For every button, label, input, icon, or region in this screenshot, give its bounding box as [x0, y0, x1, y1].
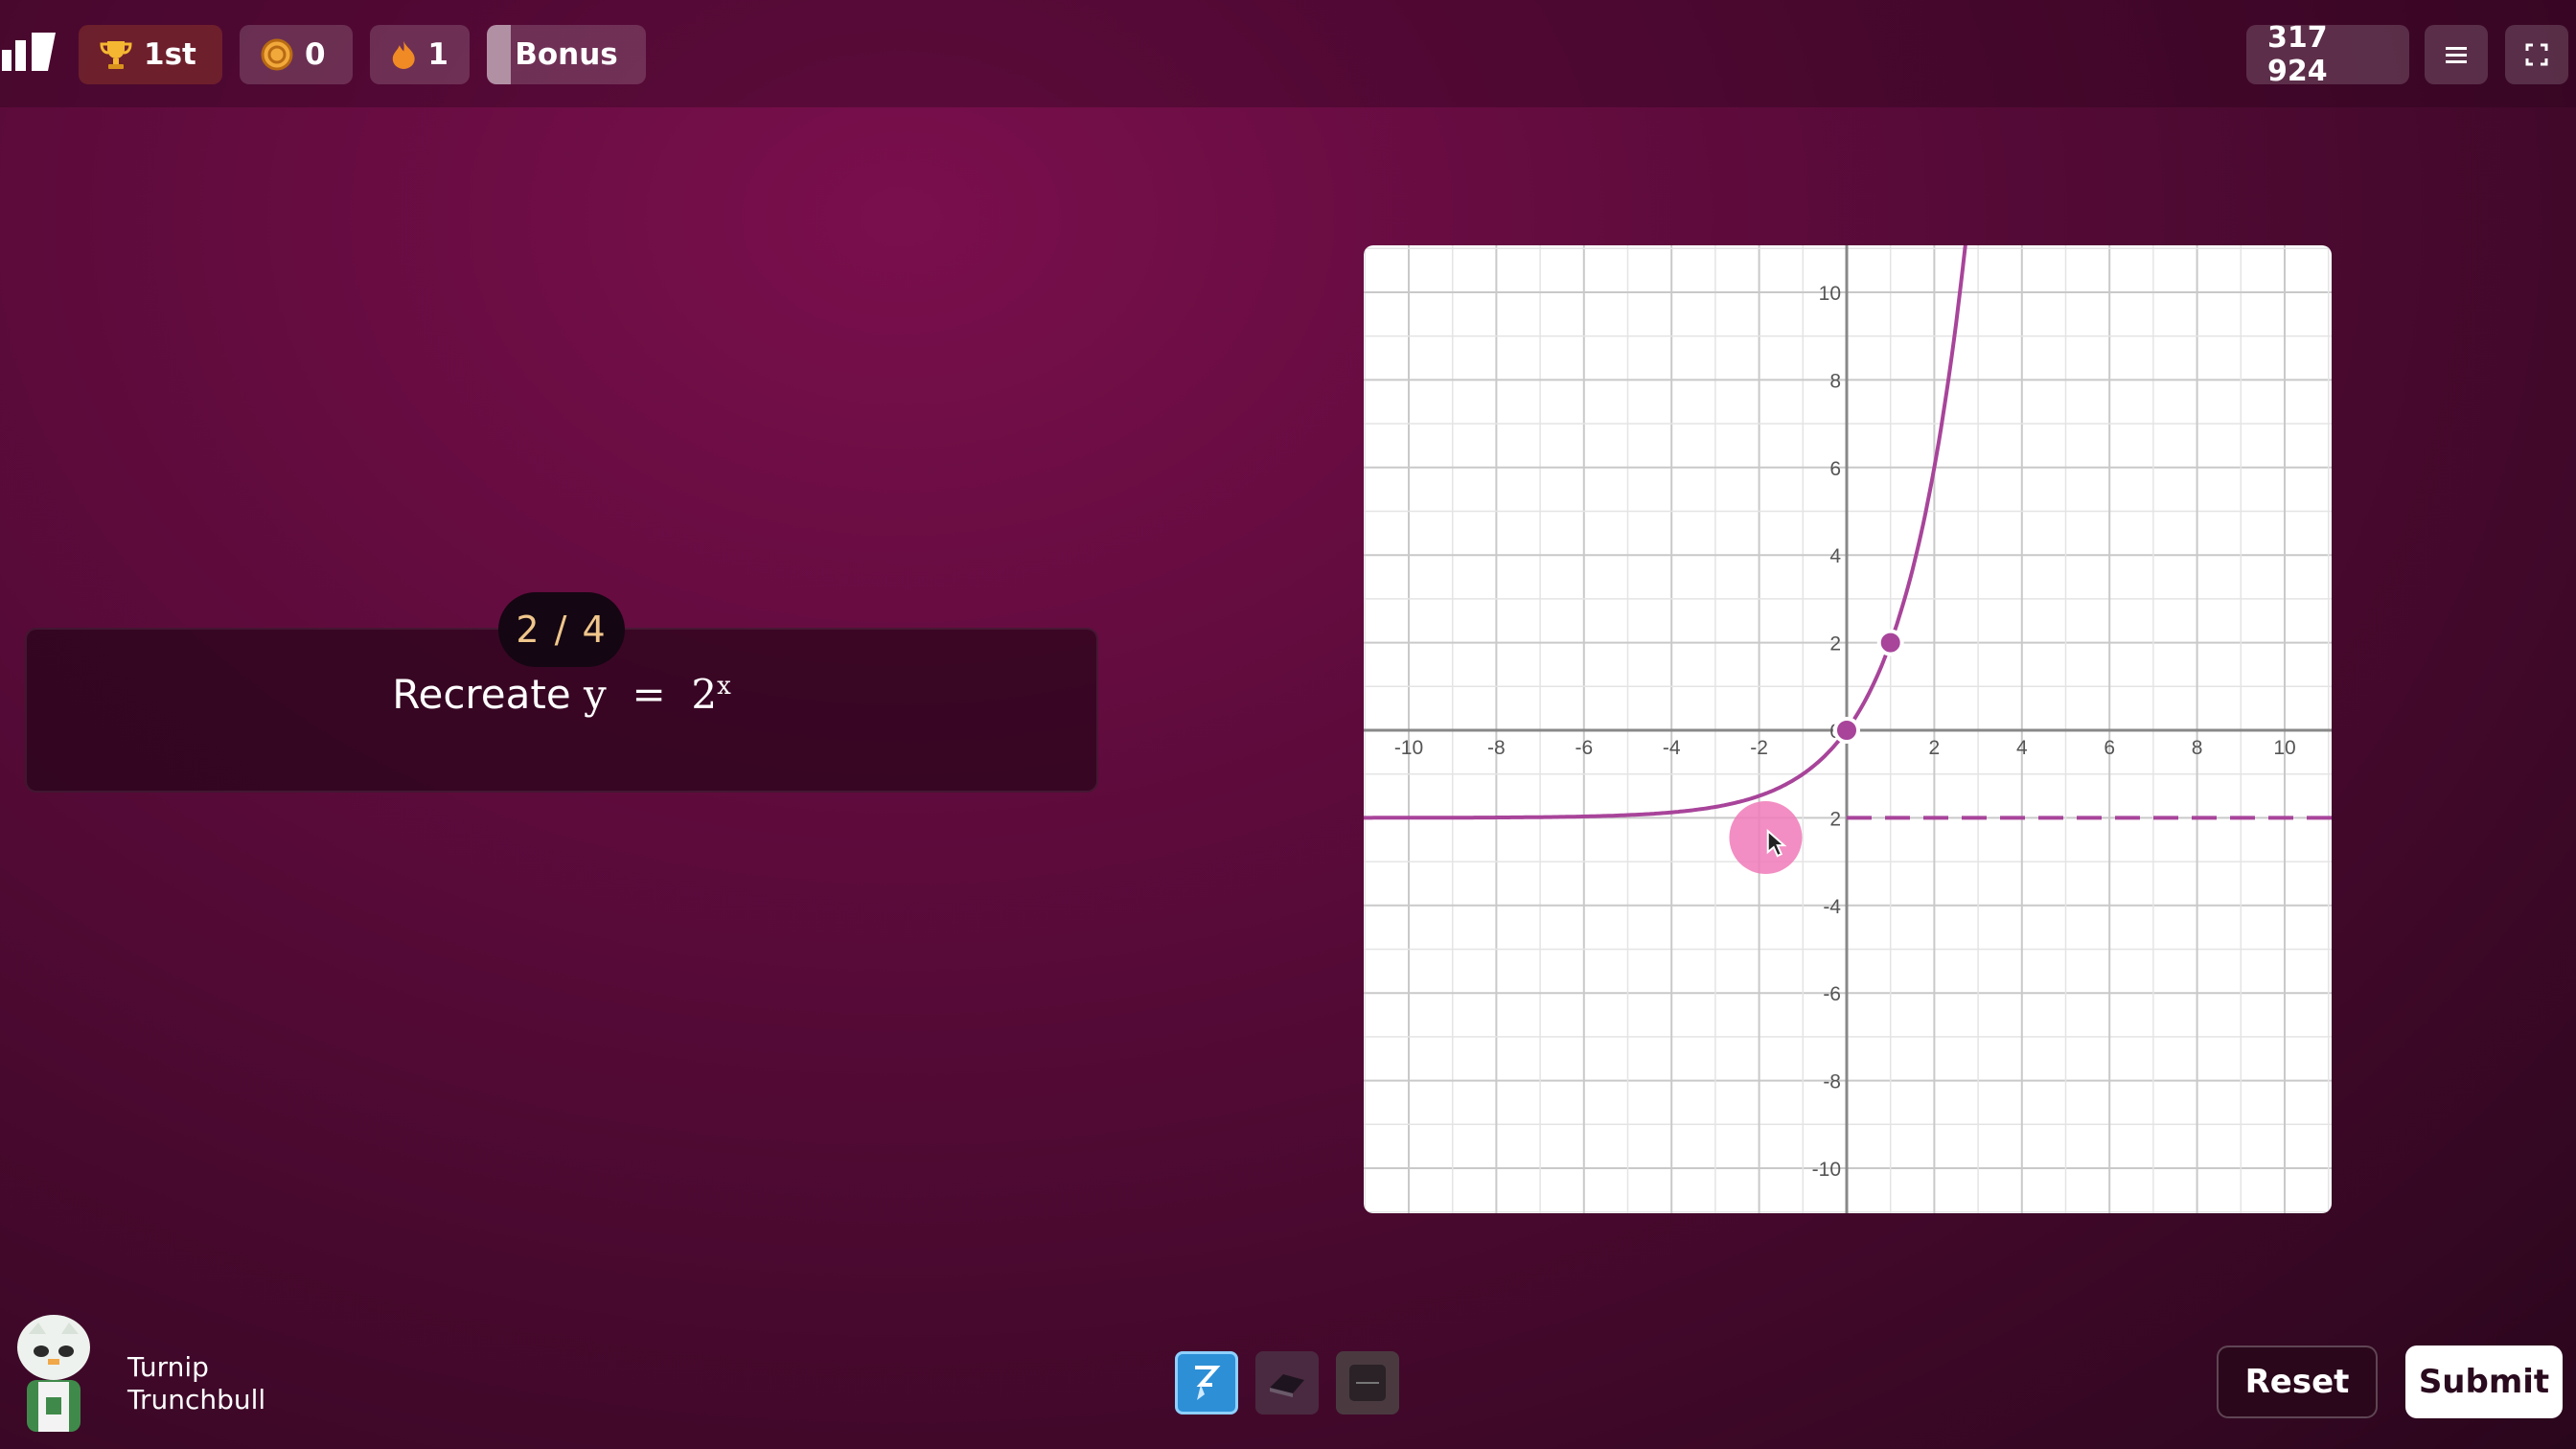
score-display: 317 924 — [2246, 21, 2409, 88]
submit-button[interactable]: Submit — [2405, 1346, 2563, 1418]
question-prompt: Recreate y = 2x — [25, 671, 1098, 718]
equation-operator: = — [632, 671, 666, 718]
prompt-text: Recreate — [392, 671, 571, 718]
y-tick-label: -4 — [1823, 896, 1841, 918]
question-counter: 2 / 4 — [498, 592, 625, 667]
bonus-progress[interactable]: Bonus — [487, 25, 646, 84]
fifty-fifty-tool-button[interactable] — [1336, 1351, 1399, 1414]
equation-exponent: x — [717, 672, 731, 701]
curve-handle-point[interactable] — [1876, 629, 1904, 656]
coordinate-plane[interactable]: -10-8-6-4-224681010864202-4-6-8-10 — [1364, 245, 2332, 1213]
x-tick-label: -4 — [1663, 737, 1681, 759]
x-tick-label: -2 — [1750, 737, 1768, 759]
fullscreen-button[interactable] — [2505, 25, 2568, 84]
score-value: 317 924 — [2267, 21, 2328, 88]
player-first-name: Turnip — [127, 1351, 209, 1383]
fire-icon — [392, 40, 415, 69]
robot-avatar-icon — [17, 1315, 90, 1432]
trophy-icon — [100, 41, 132, 69]
x-tick-label: -10 — [1394, 737, 1423, 759]
drag-cursor — [1729, 800, 1803, 874]
x-tick-label: 2 — [1929, 737, 1941, 759]
player-last-name: Trunchbull — [127, 1384, 266, 1415]
equation-base: 2 — [691, 671, 718, 718]
equation-lhs: y — [584, 671, 607, 718]
y-tick-label: 8 — [1829, 370, 1841, 392]
y-tick-label: -10 — [1812, 1159, 1841, 1181]
graph-canvas[interactable]: -10-8-6-4-224681010864202-4-6-8-10 — [1364, 245, 2332, 1213]
y-tick-label: 6 — [1829, 458, 1841, 480]
reset-button[interactable]: Reset — [2217, 1346, 2378, 1418]
y-tick-label: 2 — [1829, 808, 1841, 830]
rank-label: 1st — [144, 37, 196, 72]
x-tick-label: -8 — [1487, 737, 1506, 759]
fullscreen-icon — [2525, 43, 2548, 66]
bonus-label: Bonus — [515, 37, 618, 72]
equation: y = 2x — [584, 671, 731, 718]
y-tick-label: -8 — [1823, 1071, 1841, 1093]
game-logo-icon — [2, 33, 56, 71]
hamburger-menu-icon — [2446, 47, 2467, 63]
menu-button[interactable] — [2425, 25, 2488, 84]
player-name: Turnip Trunchbull — [127, 1351, 265, 1416]
eraser-tool-button[interactable] — [1255, 1351, 1319, 1414]
streak-value: 1 — [427, 37, 448, 72]
x-tick-label: 10 — [2273, 737, 2295, 759]
x-tick-label: 4 — [2016, 737, 2028, 759]
curve-handle-point[interactable] — [1833, 717, 1860, 744]
x-tick-label: -6 — [1575, 737, 1593, 759]
y-tick-label: 10 — [1819, 283, 1841, 305]
x-tick-label: 8 — [2192, 737, 2203, 759]
coins-counter: 0 — [240, 25, 353, 84]
eraser-icon — [1270, 1374, 1304, 1397]
y-tick-label: 4 — [1829, 545, 1841, 567]
y-tick-label: -6 — [1823, 983, 1841, 1005]
pen-tool-button[interactable] — [1175, 1351, 1238, 1414]
x-tick-label: 6 — [2104, 737, 2115, 759]
coins-value: 0 — [305, 37, 326, 72]
pen-icon — [1195, 1366, 1221, 1400]
fifty-fifty-icon — [1349, 1365, 1386, 1401]
y-tick-label: 2 — [1829, 633, 1841, 656]
coin-icon — [261, 38, 293, 71]
streak-counter: 1 — [370, 25, 470, 84]
rank-badge: 1st — [79, 25, 222, 84]
exponential-curve[interactable] — [1364, 245, 1967, 820]
